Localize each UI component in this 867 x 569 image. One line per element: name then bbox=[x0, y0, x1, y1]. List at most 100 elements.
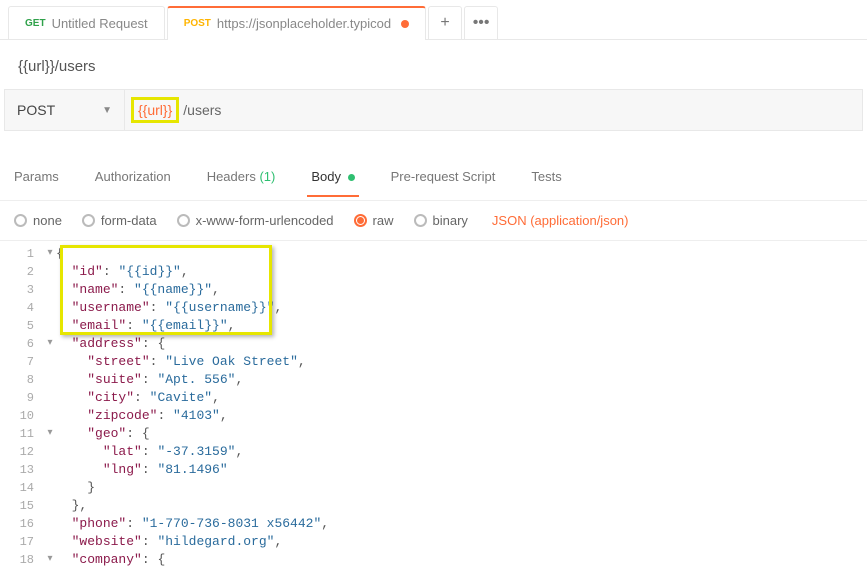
code-content: "city": "Cavite", bbox=[56, 389, 220, 407]
tab-dirty-dot bbox=[401, 20, 409, 28]
code-content: "lng": "81.1496" bbox=[56, 461, 228, 479]
line-number: 13 bbox=[0, 461, 44, 479]
line-number: 5 bbox=[0, 317, 44, 335]
fold-toggle-icon[interactable]: ▾ bbox=[44, 245, 56, 263]
tab-overflow-button[interactable]: ••• bbox=[464, 6, 498, 40]
tab-method-label: POST bbox=[184, 18, 211, 29]
fold-toggle-icon[interactable]: ▾ bbox=[44, 425, 56, 443]
editor-line[interactable]: 8 "suite": "Apt. 556", bbox=[0, 371, 867, 389]
radio-icon bbox=[354, 214, 367, 227]
code-content: }, bbox=[56, 497, 87, 515]
request-tabs: Params Authorization Headers (1) Body Pr… bbox=[0, 153, 867, 201]
line-number: 4 bbox=[0, 299, 44, 317]
url-input[interactable]: {{url}} /users bbox=[125, 90, 862, 130]
chevron-down-icon: ▼ bbox=[102, 105, 112, 116]
line-number: 9 bbox=[0, 389, 44, 407]
editor-line[interactable]: 16 "phone": "1-770-736-8031 x56442", bbox=[0, 515, 867, 533]
radio-icon bbox=[414, 214, 427, 227]
editor-line[interactable]: 10 "zipcode": "4103", bbox=[0, 407, 867, 425]
code-content: "username": "{{username}}", bbox=[56, 299, 282, 317]
tabs-bar: GET Untitled Request POST https://jsonpl… bbox=[0, 0, 867, 40]
line-number: 18 bbox=[0, 551, 44, 569]
editor-line[interactable]: 14 } bbox=[0, 479, 867, 497]
code-content: "name": "{{name}}", bbox=[56, 281, 220, 299]
radio-label: none bbox=[33, 213, 62, 228]
method-label: POST bbox=[17, 102, 55, 118]
body-format-dropdown[interactable]: JSON (application/json) bbox=[492, 213, 629, 228]
tab-tests[interactable]: Tests bbox=[527, 157, 565, 196]
code-content: "website": "hildegard.org", bbox=[56, 533, 282, 551]
editor-line[interactable]: 11▾ "geo": { bbox=[0, 425, 867, 443]
body-type-none[interactable]: none bbox=[14, 213, 62, 228]
editor-line[interactable]: 5 "email": "{{email}}", bbox=[0, 317, 867, 335]
radio-icon bbox=[177, 214, 190, 227]
tab-params[interactable]: Params bbox=[10, 157, 63, 196]
code-content: "suite": "Apt. 556", bbox=[56, 371, 243, 389]
editor-line[interactable]: 9 "city": "Cavite", bbox=[0, 389, 867, 407]
line-number: 12 bbox=[0, 443, 44, 461]
tab-post-jsonplaceholder[interactable]: POST https://jsonplaceholder.typicod bbox=[167, 6, 426, 40]
tab-headers-label: Headers bbox=[207, 169, 256, 184]
editor-line[interactable]: 4 "username": "{{username}}", bbox=[0, 299, 867, 317]
body-type-raw[interactable]: raw bbox=[354, 213, 394, 228]
code-content: "geo": { bbox=[56, 425, 150, 443]
code-content: "address": { bbox=[56, 335, 165, 353]
radio-label: binary bbox=[433, 213, 468, 228]
line-number: 16 bbox=[0, 515, 44, 533]
line-number: 14 bbox=[0, 479, 44, 497]
fold-toggle-icon[interactable]: ▾ bbox=[44, 551, 56, 569]
url-bar: POST ▼ {{url}} /users bbox=[4, 89, 863, 131]
editor-line[interactable]: 12 "lat": "-37.3159", bbox=[0, 443, 867, 461]
line-number: 3 bbox=[0, 281, 44, 299]
line-number: 17 bbox=[0, 533, 44, 551]
editor-line[interactable]: 7 "street": "Live Oak Street", bbox=[0, 353, 867, 371]
body-type-binary[interactable]: binary bbox=[414, 213, 468, 228]
body-type-formdata[interactable]: form-data bbox=[82, 213, 157, 228]
tab-title: Untitled Request bbox=[52, 16, 148, 31]
tab-body-label: Body bbox=[311, 169, 341, 184]
body-type-row: none form-data x-www-form-urlencoded raw… bbox=[0, 201, 867, 241]
line-number: 11 bbox=[0, 425, 44, 443]
url-path: /users bbox=[183, 102, 221, 118]
code-content: "zipcode": "4103", bbox=[56, 407, 228, 425]
editor-line[interactable]: 18▾ "company": { bbox=[0, 551, 867, 569]
code-content: "email": "{{email}}", bbox=[56, 317, 235, 335]
code-content: "company": { bbox=[56, 551, 165, 569]
code-content: "street": "Live Oak Street", bbox=[56, 353, 306, 371]
radio-label: x-www-form-urlencoded bbox=[196, 213, 334, 228]
tab-get-untitled[interactable]: GET Untitled Request bbox=[8, 6, 165, 40]
code-content: "lat": "-37.3159", bbox=[56, 443, 243, 461]
method-select[interactable]: POST ▼ bbox=[5, 90, 125, 130]
line-number: 8 bbox=[0, 371, 44, 389]
line-number: 6 bbox=[0, 335, 44, 353]
code-content: } bbox=[56, 479, 95, 497]
editor-line[interactable]: 3 "name": "{{name}}", bbox=[0, 281, 867, 299]
tab-body[interactable]: Body bbox=[307, 157, 358, 196]
editor-line[interactable]: 13 "lng": "81.1496" bbox=[0, 461, 867, 479]
editor-line[interactable]: 1▾{ bbox=[0, 245, 867, 263]
url-variable-token: {{url}} bbox=[131, 97, 179, 123]
tab-prerequest[interactable]: Pre-request Script bbox=[387, 157, 500, 196]
line-number: 1 bbox=[0, 245, 44, 263]
code-content: "phone": "1-770-736-8031 x56442", bbox=[56, 515, 329, 533]
add-tab-button[interactable]: + bbox=[428, 6, 462, 40]
request-name: {{url}}/users bbox=[0, 40, 867, 89]
body-type-xwww[interactable]: x-www-form-urlencoded bbox=[177, 213, 334, 228]
line-number: 15 bbox=[0, 497, 44, 515]
tab-headers[interactable]: Headers (1) bbox=[203, 157, 280, 196]
radio-label: form-data bbox=[101, 213, 157, 228]
editor-line[interactable]: 15 }, bbox=[0, 497, 867, 515]
tab-authorization[interactable]: Authorization bbox=[91, 157, 175, 196]
code-content: { bbox=[56, 245, 64, 263]
tab-method-label: GET bbox=[25, 18, 46, 29]
editor-line[interactable]: 17 "website": "hildegard.org", bbox=[0, 533, 867, 551]
radio-icon bbox=[14, 214, 27, 227]
editor-line[interactable]: 6▾ "address": { bbox=[0, 335, 867, 353]
tab-title: https://jsonplaceholder.typicod bbox=[217, 16, 391, 31]
body-active-dot bbox=[348, 174, 355, 181]
line-number: 7 bbox=[0, 353, 44, 371]
editor-line[interactable]: 2 "id": "{{id}}", bbox=[0, 263, 867, 281]
fold-toggle-icon[interactable]: ▾ bbox=[44, 335, 56, 353]
body-editor[interactable]: 1▾{2 "id": "{{id}}",3 "name": "{{name}}"… bbox=[0, 241, 867, 569]
radio-icon bbox=[82, 214, 95, 227]
